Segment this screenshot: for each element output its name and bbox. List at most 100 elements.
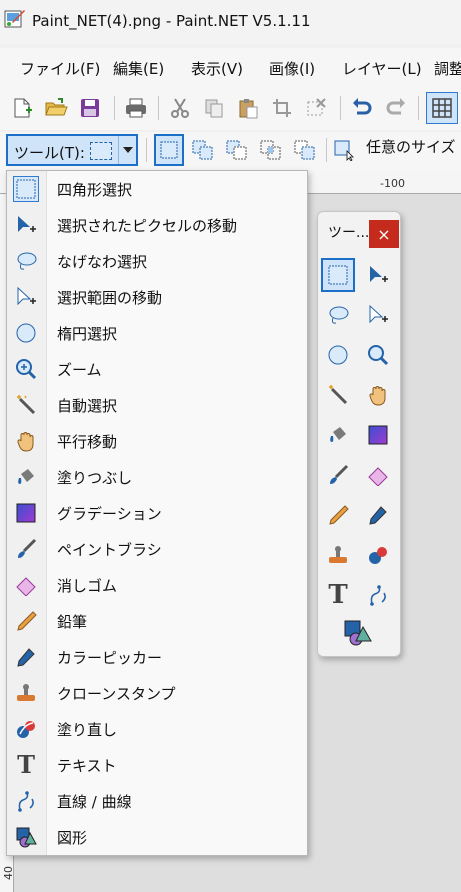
toolbar-separator: [114, 96, 115, 120]
invert-mode-icon[interactable]: [290, 134, 320, 166]
menu-item-label: 塗りつぶし: [57, 469, 133, 487]
main-toolbar: [0, 88, 461, 130]
menu-item-clone-stamp[interactable]: クローンスタンプ: [7, 675, 307, 711]
shapes-icon[interactable]: [338, 616, 378, 650]
paintbrush-icon: [13, 536, 39, 562]
menu-item-eraser[interactable]: 消しゴム: [7, 567, 307, 603]
paint-bucket-icon[interactable]: [321, 418, 355, 452]
move-selection-icon[interactable]: [361, 298, 395, 332]
clone-stamp-icon[interactable]: [321, 538, 355, 572]
menu-item-magic-wand[interactable]: 自動選択: [7, 387, 307, 423]
selection-size-icon[interactable]: [332, 134, 356, 166]
menu-item-color-picker[interactable]: カラーピッカー: [7, 639, 307, 675]
magic-wand-icon[interactable]: [321, 378, 355, 412]
lasso-select-icon[interactable]: [321, 298, 355, 332]
menu-item-label: なげなわ選択: [57, 253, 148, 271]
ellipse-select-icon: [13, 320, 39, 346]
replace-mode-icon[interactable]: [154, 134, 184, 166]
paintnet-app-icon[interactable]: [4, 8, 26, 30]
menu-item-lasso-select[interactable]: なげなわ選択: [7, 243, 307, 279]
rectangle-select-icon[interactable]: [321, 258, 355, 292]
eraser-icon[interactable]: [361, 458, 395, 492]
menu-item-label: 自動選択: [57, 397, 118, 415]
menu-item-label: クローンスタンプ: [57, 685, 176, 703]
menu-item-gradient[interactable]: グラデーション: [7, 495, 307, 531]
selection-size-label[interactable]: 任意のサイズ: [366, 136, 456, 157]
recolor-icon[interactable]: [361, 538, 395, 572]
eraser-icon: [13, 572, 39, 598]
shapes-icon: [13, 824, 39, 850]
menu-item-text[interactable]: T テキスト: [7, 747, 307, 783]
menu-item-pan[interactable]: 平行移動: [7, 423, 307, 459]
union-mode-icon[interactable]: [188, 134, 218, 166]
paint-bucket-icon: [13, 464, 39, 490]
copy-icon[interactable]: [200, 94, 228, 122]
rectangle-select-icon: [90, 142, 112, 160]
line-curve-icon: [13, 788, 39, 814]
save-icon[interactable]: [76, 94, 104, 122]
toolbar-separator: [158, 96, 159, 120]
menu-item-shapes[interactable]: 図形: [7, 819, 307, 855]
clone-stamp-icon: [13, 680, 39, 706]
menu-item-label: 四角形選択: [57, 181, 133, 199]
menu-item-rectangle-select[interactable]: 四角形選択: [7, 171, 307, 207]
tools-palette-window[interactable]: ツー... × T: [317, 211, 401, 657]
gradient-icon[interactable]: [361, 418, 395, 452]
menu-item-paint-bucket[interactable]: 塗りつぶし: [7, 459, 307, 495]
move-selection-icon: [13, 284, 39, 310]
lasso-select-icon: [13, 248, 39, 274]
line-curve-icon[interactable]: [361, 578, 395, 612]
menu-item-label: 選択されたピクセルの移動: [57, 217, 238, 235]
paintbrush-icon[interactable]: [321, 458, 355, 492]
menu-item-move-selected[interactable]: 選択されたピクセルの移動: [7, 207, 307, 243]
title-bar: Paint_NET(4).png - Paint.NET V5.1.11: [0, 0, 461, 44]
cut-icon[interactable]: [166, 94, 194, 122]
menu-view[interactable]: 表示(V): [191, 58, 243, 79]
crop-icon[interactable]: [268, 94, 296, 122]
move-selected-icon[interactable]: [361, 258, 395, 292]
tools-dropdown-menu: 四角形選択 選択されたピクセルの移動 なげなわ選択 選択範囲の移動 楕円選択 ズ…: [6, 170, 308, 856]
tool-selector-dropdown[interactable]: ツール(T):: [6, 134, 138, 166]
menu-item-move-selection[interactable]: 選択範囲の移動: [7, 279, 307, 315]
redo-icon[interactable]: [382, 94, 410, 122]
menu-item-label: 消しゴム: [57, 577, 118, 595]
print-icon[interactable]: [122, 94, 150, 122]
menu-item-label: 直線 / 曲線: [57, 793, 132, 811]
menu-item-paintbrush[interactable]: ペイントブラシ: [7, 531, 307, 567]
intersect-mode-icon[interactable]: [256, 134, 286, 166]
ellipse-select-icon[interactable]: [321, 338, 355, 372]
menu-image[interactable]: 画像(I): [269, 58, 315, 79]
pencil-icon[interactable]: [321, 498, 355, 532]
color-picker-icon[interactable]: [361, 498, 395, 532]
grid-icon[interactable]: [426, 92, 458, 124]
toolbar-separator: [418, 96, 419, 120]
paste-icon[interactable]: [234, 94, 262, 122]
menu-layers[interactable]: レイヤー(L): [342, 58, 422, 79]
chevron-down-icon[interactable]: [118, 136, 136, 164]
gradient-icon: [13, 500, 39, 526]
deselect-icon[interactable]: [302, 94, 330, 122]
text-icon[interactable]: T: [321, 578, 355, 612]
menu-item-pencil[interactable]: 鉛筆: [7, 603, 307, 639]
menu-item-line-curve[interactable]: 直線 / 曲線: [7, 783, 307, 819]
undo-icon[interactable]: [348, 94, 376, 122]
open-icon[interactable]: [42, 94, 70, 122]
menu-item-label: 選択範囲の移動: [57, 289, 163, 307]
zoom-icon[interactable]: [361, 338, 395, 372]
menu-bar: ファイル(F) 編集(E) 表示(V) 画像(I) レイヤー(L) 調整: [0, 48, 461, 88]
tool-label: ツール(T):: [14, 144, 85, 162]
menu-item-label: 鉛筆: [57, 613, 88, 631]
move-selected-icon: [13, 212, 39, 238]
close-icon[interactable]: ×: [369, 220, 399, 248]
pan-hand-icon[interactable]: [361, 378, 395, 412]
exclude-mode-icon[interactable]: [222, 134, 252, 166]
new-icon[interactable]: [8, 94, 36, 122]
menu-file[interactable]: ファイル(F): [20, 58, 100, 79]
menu-item-recolor[interactable]: 塗り直し: [7, 711, 307, 747]
menu-item-zoom[interactable]: ズーム: [7, 351, 307, 387]
toolbar-separator: [326, 138, 327, 162]
menu-adjustments[interactable]: 調整: [434, 58, 461, 79]
menu-item-ellipse-select[interactable]: 楕円選択: [7, 315, 307, 351]
menu-edit[interactable]: 編集(E): [113, 58, 164, 79]
color-picker-icon: [13, 644, 39, 670]
